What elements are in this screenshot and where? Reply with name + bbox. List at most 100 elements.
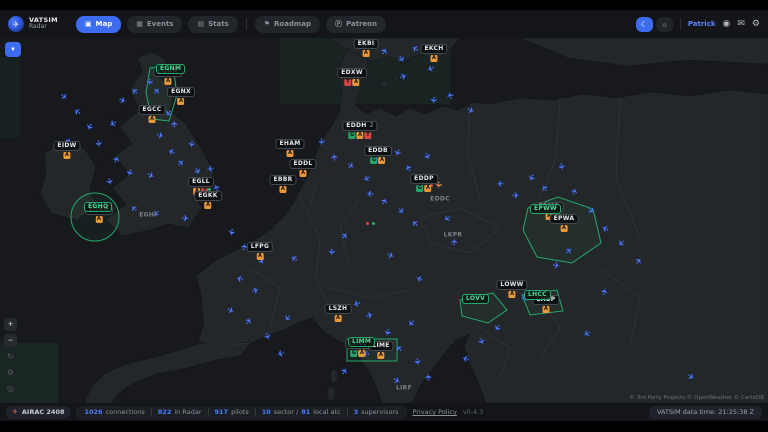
- ground-aircraft-dot[interactable]: [366, 222, 369, 225]
- aircraft-icon[interactable]: ✈: [225, 228, 235, 237]
- sector-label-LHCC[interactable]: LHCC: [524, 290, 551, 300]
- sector-label-EGHQ[interactable]: EGHQ: [84, 202, 112, 212]
- airport-label-EBBR[interactable]: EBBRA: [269, 175, 296, 193]
- map-canvas[interactable]: EGNM EGHQ EPWW LOVV LIMM LHCC ✈ ✈ ✈ ✈ ✈ ✈ ✈ ✈ ✈ ✈ ✈ ✈ ✈ ✈ ✈ ✈…: [0, 38, 768, 403]
- aircraft-icon[interactable]: ✈: [425, 373, 435, 381]
- airport-label-EGCC[interactable]: EGCCA: [138, 105, 165, 123]
- stat-item: 822in Radar: [158, 408, 202, 416]
- map-filter-button[interactable]: ▼: [5, 42, 21, 57]
- nav-roadmap[interactable]: ⚑Roadmap: [255, 16, 320, 33]
- aircraft-icon[interactable]: ✈: [236, 272, 245, 282]
- aircraft-icon[interactable]: ✈: [103, 177, 114, 187]
- facility-badge-A: A: [205, 202, 212, 209]
- nav-map[interactable]: ▣Map: [76, 16, 121, 33]
- airport-label-EKBI[interactable]: EKBIA: [354, 39, 379, 57]
- nav-patreon[interactable]: ⓅPatreon: [326, 16, 386, 33]
- aircraft-icon[interactable]: ✈: [512, 192, 520, 202]
- refresh-button[interactable]: ↻: [4, 350, 17, 363]
- airport-label-EDDH[interactable]: EDDH2GAT: [342, 121, 377, 139]
- roadmap-icon: ⚑: [264, 20, 270, 28]
- aircraft-icon[interactable]: ✈: [451, 238, 461, 246]
- aircraft-icon[interactable]: ✈: [144, 78, 153, 86]
- aircraft-icon[interactable]: ✈: [427, 96, 437, 104]
- aircraft-icon[interactable]: ✈: [496, 177, 504, 187]
- airport-icao: EKCH: [420, 44, 447, 54]
- airport-icao: EGNX: [167, 87, 195, 97]
- aircraft-icon[interactable]: ✈: [185, 140, 195, 148]
- sector-label-EPWW[interactable]: EPWW: [530, 204, 561, 214]
- facility-badge-A: A: [335, 315, 342, 322]
- airport-label-EGKK[interactable]: EGKKA: [194, 191, 222, 209]
- settings-icon[interactable]: ⚙: [752, 20, 760, 29]
- airport-facility-badges: GA: [350, 350, 365, 357]
- airport-label-EGNX[interactable]: EGNX A: [167, 87, 195, 105]
- aircraft-icon[interactable]: ✈: [206, 162, 215, 172]
- airport-icao-text: EHAM: [280, 140, 301, 148]
- zoom-out-button[interactable]: −: [4, 334, 17, 347]
- sector-label-LIMM[interactable]: LIMM: [348, 337, 375, 347]
- airport-text-LKPR[interactable]: LKPR: [444, 232, 463, 239]
- nav-divider: [246, 18, 247, 30]
- airport-text-EDDC[interactable]: EDDC: [430, 196, 450, 203]
- airport-facility-badges: A: [178, 98, 185, 105]
- airport-label-EDDP[interactable]: EDDPGA: [410, 174, 438, 192]
- aircraft-icon[interactable]: ✈: [315, 138, 325, 146]
- airport-icao-text: LFPG: [251, 243, 269, 251]
- facility-badge-A: A: [353, 79, 360, 86]
- airport-icao: EDDH2: [342, 121, 377, 131]
- stat-value: 822: [158, 408, 172, 416]
- airport-icao: EGLL: [188, 177, 214, 187]
- sector-label-EGNM[interactable]: EGNM: [156, 64, 185, 74]
- airport-label-EHAM[interactable]: EHAMA: [276, 139, 305, 157]
- stat-item: 1026connections: [84, 408, 144, 416]
- aircraft-icon[interactable]: ✈: [92, 140, 102, 149]
- airport-text-EGHI[interactable]: EGHI: [139, 212, 156, 219]
- airport-label-EPWA[interactable]: EPWAA: [550, 214, 579, 232]
- map-icon: ▣: [85, 20, 92, 28]
- privacy-policy-link[interactable]: Privacy Policy: [413, 408, 457, 416]
- locate-button[interactable]: ◎: [4, 382, 17, 395]
- github-icon[interactable]: ◉: [723, 20, 731, 29]
- facility-badge-T: T: [345, 79, 352, 86]
- mail-icon[interactable]: ✉: [737, 20, 745, 29]
- aircraft-icon[interactable]: ✈: [381, 327, 392, 337]
- moon-theme-button[interactable]: ☾: [636, 17, 653, 32]
- aircraft-icon[interactable]: ✈: [172, 120, 181, 128]
- nav-stats[interactable]: ▤Stats: [188, 16, 237, 33]
- aircraft-icon[interactable]: ✈: [366, 187, 374, 197]
- zoom-in-button[interactable]: +: [4, 318, 17, 331]
- ground-aircraft-dot[interactable]: [372, 222, 375, 225]
- aircraft-icon[interactable]: ✈: [411, 358, 421, 366]
- aircraft-icon[interactable]: ✈: [155, 132, 165, 143]
- airport-icao: LOWW: [496, 280, 527, 290]
- facility-badge-A: A: [178, 98, 185, 105]
- aircraft-icon[interactable]: ✈: [181, 215, 190, 225]
- airport-label-LFPG[interactable]: LFPGA: [247, 242, 273, 260]
- user-menu[interactable]: Patrick: [688, 20, 716, 28]
- facility-badge-A: A: [165, 78, 172, 85]
- facility-badge-A: A: [424, 185, 431, 192]
- nav-events[interactable]: ▦Events: [127, 16, 182, 33]
- facility-badge-A: A: [63, 152, 70, 159]
- airport-text-LIRF[interactable]: LIRF: [396, 385, 412, 392]
- airport-icao: EPWA: [550, 214, 579, 224]
- aircraft-icon[interactable]: ✈: [555, 163, 565, 172]
- aircraft-icon[interactable]: ✈: [552, 262, 561, 272]
- airport-label-EIDW[interactable]: EIDWA: [53, 141, 80, 159]
- data-time: VATSIM data time: 21:25:38 Z: [649, 406, 762, 419]
- airport-label-LOWW[interactable]: LOWWA: [496, 280, 527, 298]
- airport-label-EDDB[interactable]: EDDBGA: [364, 146, 392, 164]
- aircraft-icon[interactable]: ✈: [326, 248, 335, 256]
- airport-label-EKCH[interactable]: EKCHA: [420, 44, 447, 62]
- airport-label-LSZH[interactable]: LSZHA: [325, 304, 352, 322]
- airport-icao-text: EDDB: [368, 147, 388, 155]
- nav-label: Patreon: [346, 20, 377, 28]
- aircraft-icon[interactable]: ✈: [365, 312, 375, 323]
- map-settings-button[interactable]: ⚙: [4, 366, 17, 379]
- airport-label-EDXW[interactable]: EDXWTA: [337, 68, 367, 86]
- app-logo[interactable]: ✈ VATSIM Radar: [8, 16, 58, 32]
- aircraft-icon[interactable]: ✈: [331, 153, 341, 161]
- sector-label-LOVV[interactable]: LOVV: [462, 294, 489, 304]
- sun-theme-button[interactable]: ☼: [656, 17, 673, 32]
- airport-icao-text: EGNX: [171, 88, 191, 96]
